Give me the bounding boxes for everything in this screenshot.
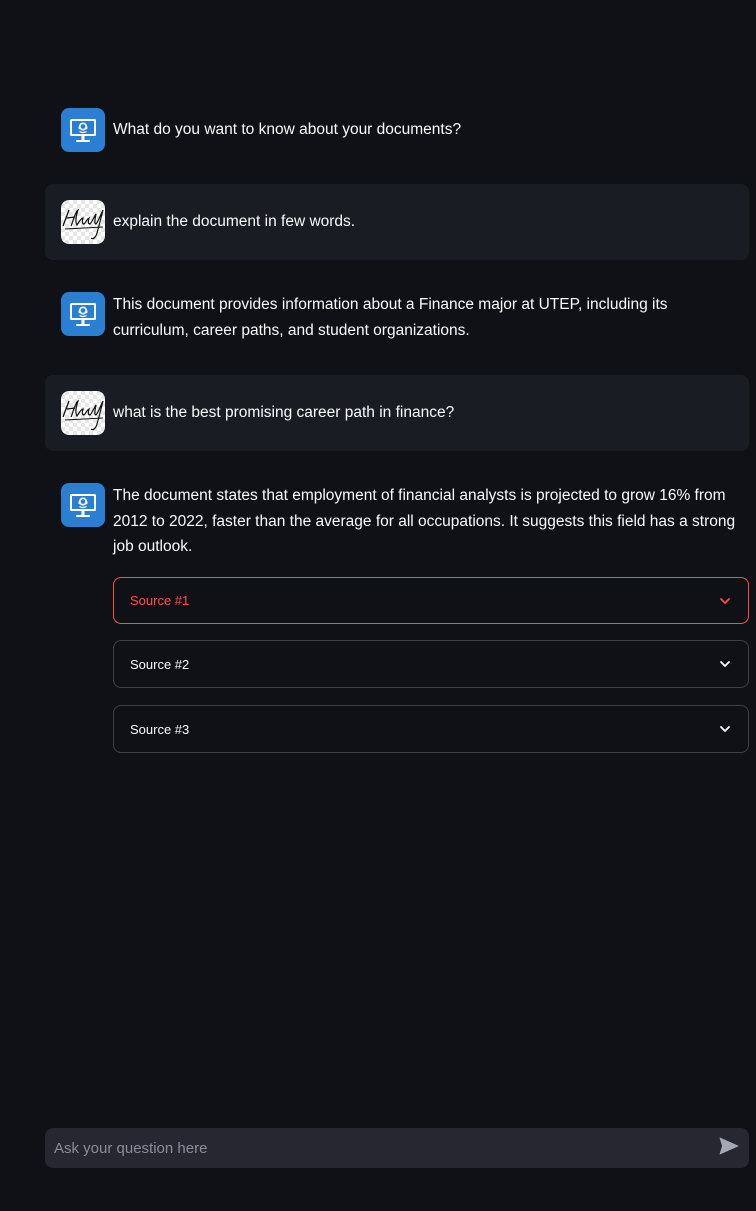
send-button[interactable] <box>709 1128 749 1168</box>
chat-app: What do you want to know about your docu… <box>0 0 756 1211</box>
source-1-expander[interactable]: Source #1 <box>113 577 749 624</box>
chat-input-bar <box>45 1128 749 1168</box>
message-text: This document provides information about… <box>113 296 668 339</box>
message-text: The document states that employment of f… <box>113 487 736 555</box>
source-2-expander[interactable]: Source #2 <box>113 640 749 688</box>
chat-input[interactable] <box>45 1128 709 1168</box>
chat-message-assistant: This document provides information about… <box>45 292 749 344</box>
chat-message-user: explain the document in few words. <box>45 184 749 260</box>
support-agent-icon <box>61 483 105 527</box>
message-text: explain the document in few words. <box>113 213 356 230</box>
chat-message-assistant: What do you want to know about your docu… <box>45 108 749 152</box>
chat-message-user: what is the best promising career path i… <box>45 375 749 451</box>
user-signature-avatar <box>61 391 105 435</box>
expander-label: Source #1 <box>130 593 190 608</box>
support-agent-icon <box>61 292 105 336</box>
expander-label: Source #3 <box>130 721 190 737</box>
chevron-down-icon <box>718 594 732 608</box>
user-signature-avatar <box>61 200 105 244</box>
expander-label: Source #2 <box>130 656 190 672</box>
message-text: what is the best promising career path i… <box>113 404 455 421</box>
source-3-expander[interactable]: Source #3 <box>113 705 749 753</box>
chevron-down-icon <box>718 657 732 671</box>
message-text: What do you want to know about your docu… <box>113 121 462 138</box>
chevron-down-icon <box>718 722 732 736</box>
send-icon <box>719 1137 739 1160</box>
support-agent-icon <box>61 108 105 152</box>
chat-message-assistant: The document states that employment of f… <box>45 483 749 561</box>
